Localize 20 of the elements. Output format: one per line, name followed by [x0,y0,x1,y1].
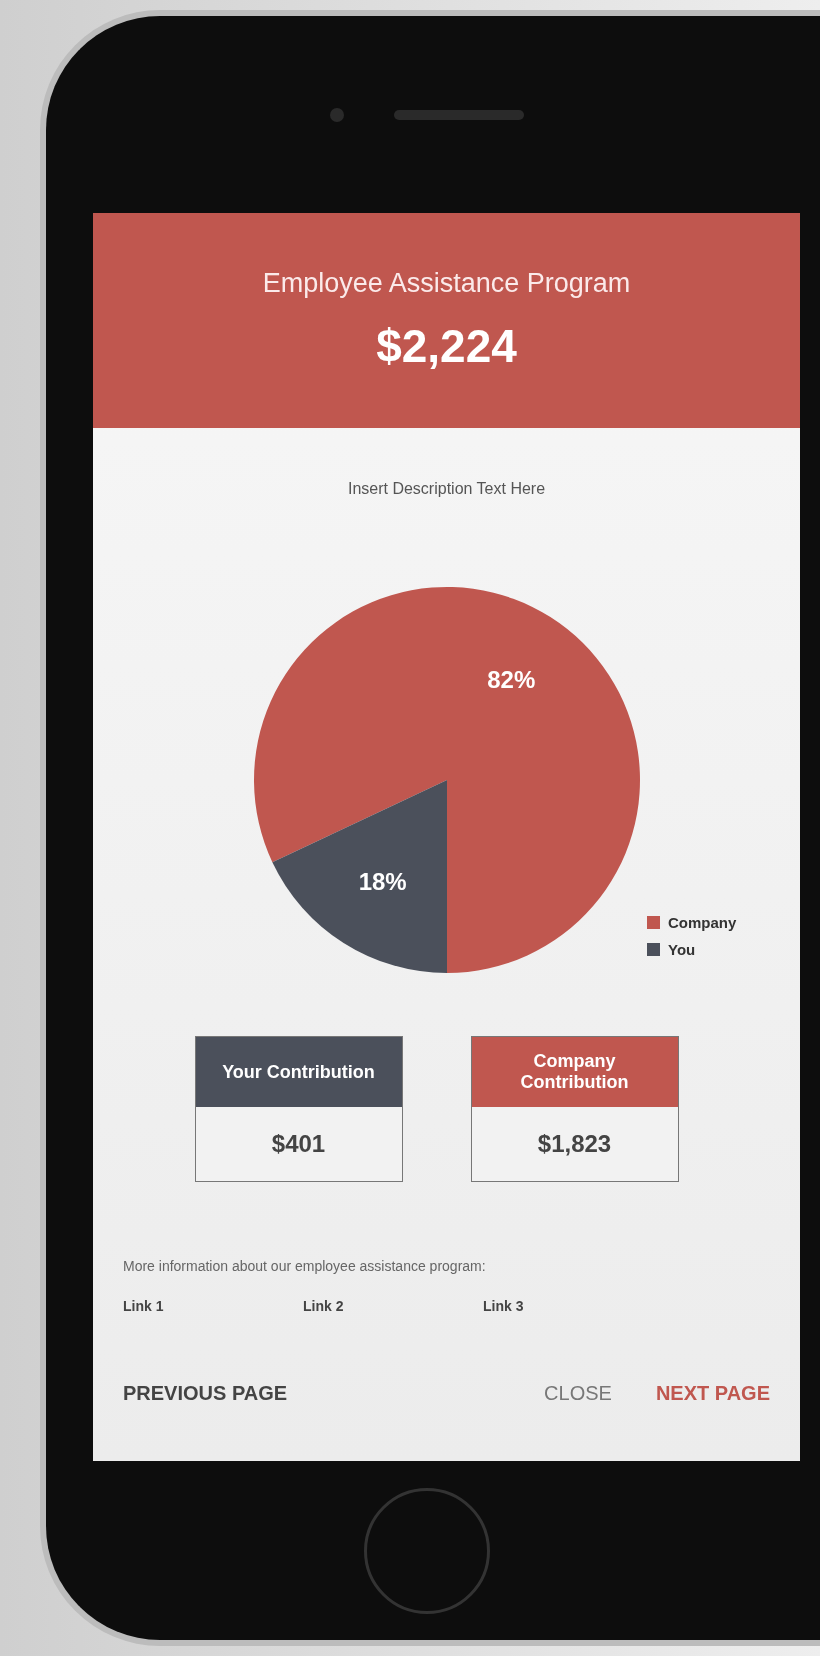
legend-label: You [668,941,696,958]
contribution-title: Your Contribution [195,1037,402,1107]
description-text: Insert Description Text Here [346,480,547,498]
slice-label: 82% [487,665,536,693]
program-title: Employee Assistance Program [262,268,631,299]
contribution-amount: $1,823 [536,1129,613,1159]
previous-page-button[interactable]: PREVIOUS PAGE [123,1382,288,1405]
slice-label: 18% [358,868,407,896]
info-link[interactable]: Link 1 [123,1298,303,1314]
close-button[interactable]: CLOSE [544,1382,612,1405]
info-text: More information about our employee assistance program: [123,1258,487,1274]
legend-label: Company [668,914,737,931]
info-link[interactable]: Link 2 [303,1298,483,1314]
contribution-amount: $401 [270,1129,327,1159]
next-page-button[interactable]: NEXT PAGE [655,1382,770,1405]
contribution-title: Company Contribution [471,1037,678,1107]
home-button[interactable] [363,1487,490,1614]
info-link[interactable]: Link 3 [483,1298,663,1314]
camera-dot [329,107,344,122]
total-amount: $2,224 [376,319,517,373]
